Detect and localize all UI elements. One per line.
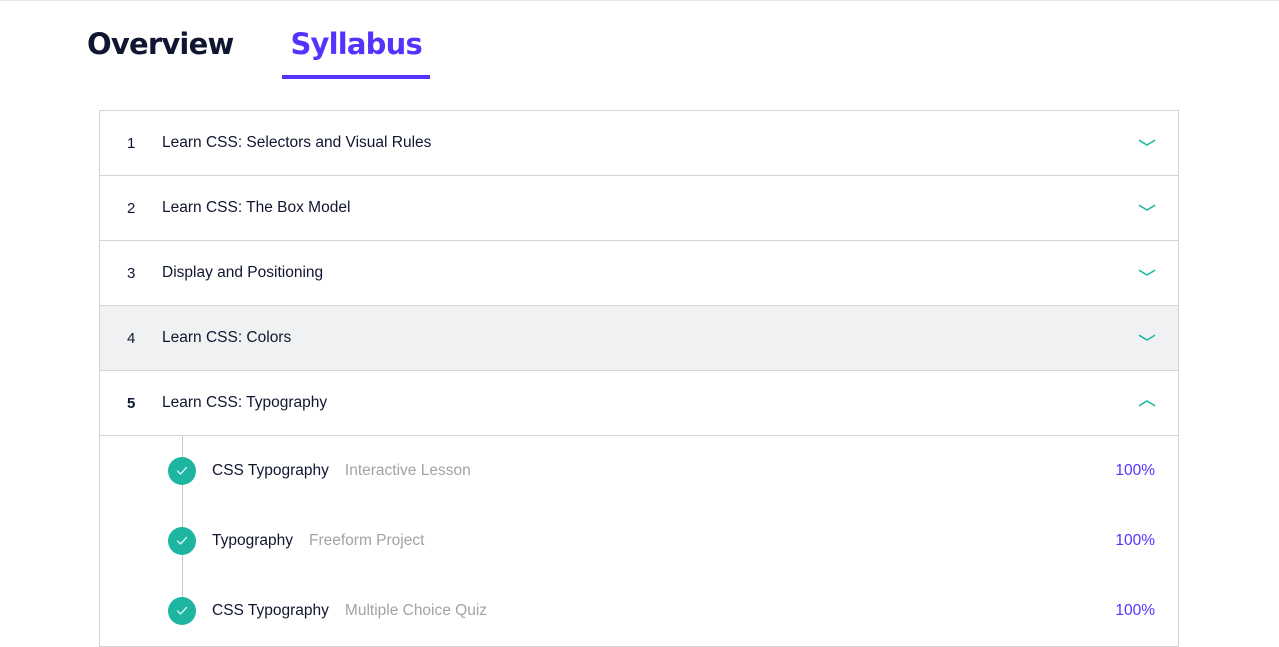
lesson-progress: 100% bbox=[1115, 462, 1155, 479]
lesson-item[interactable]: Typography Freeform Project 100% bbox=[100, 526, 1178, 556]
chevron-down-icon[interactable] bbox=[1138, 333, 1156, 343]
module-row-5[interactable]: 5 Learn CSS: Typography bbox=[100, 371, 1178, 436]
module-row-4[interactable]: 4 Learn CSS: Colors bbox=[100, 306, 1178, 371]
tab-bar: Overview Syllabus bbox=[87, 22, 430, 79]
tab-overview[interactable]: Overview bbox=[87, 22, 234, 75]
module-title: Learn CSS: The Box Model bbox=[162, 199, 351, 216]
module-title: Learn CSS: Selectors and Visual Rules bbox=[162, 134, 432, 151]
lesson-name: CSS Typography bbox=[212, 602, 329, 619]
module-title: Learn CSS: Typography bbox=[162, 394, 328, 411]
lesson-item[interactable]: CSS Typography Multiple Choice Quiz 100% bbox=[100, 596, 1178, 626]
tab-syllabus[interactable]: Syllabus bbox=[282, 22, 430, 79]
lesson-type: Multiple Choice Quiz bbox=[344, 602, 488, 619]
module-number: 2 bbox=[127, 199, 136, 217]
lesson-type: Interactive Lesson bbox=[344, 462, 471, 479]
module-title: Learn CSS: Colors bbox=[162, 329, 292, 346]
chevron-down-icon[interactable] bbox=[1138, 268, 1156, 278]
chevron-up-icon[interactable] bbox=[1138, 398, 1156, 408]
check-circle-icon bbox=[168, 527, 196, 555]
lesson-progress: 100% bbox=[1115, 532, 1155, 549]
module-row-3[interactable]: 3 Display and Positioning bbox=[100, 241, 1178, 306]
chevron-down-icon[interactable] bbox=[1138, 138, 1156, 148]
lesson-list: CSS Typography Interactive Lesson 100% Ty… bbox=[100, 436, 1178, 647]
top-divider bbox=[0, 0, 1279, 1]
lesson-name: Typography bbox=[212, 532, 293, 549]
module-number: 1 bbox=[127, 134, 136, 152]
module-number: 5 bbox=[127, 394, 136, 412]
lesson-name: CSS Typography bbox=[212, 462, 329, 479]
module-row-1[interactable]: 1 Learn CSS: Selectors and Visual Rules bbox=[100, 111, 1178, 176]
module-number: 3 bbox=[127, 264, 136, 282]
lesson-item[interactable]: CSS Typography Interactive Lesson 100% bbox=[100, 456, 1178, 486]
module-row-2[interactable]: 2 Learn CSS: The Box Model bbox=[100, 176, 1178, 241]
check-circle-icon bbox=[168, 597, 196, 625]
module-number: 4 bbox=[127, 329, 136, 347]
chevron-down-icon[interactable] bbox=[1138, 203, 1156, 213]
module-title: Display and Positioning bbox=[162, 264, 324, 281]
lesson-progress: 100% bbox=[1115, 602, 1155, 619]
syllabus-accordion: 1 Learn CSS: Selectors and Visual Rules … bbox=[99, 110, 1179, 647]
lesson-type: Freeform Project bbox=[309, 532, 425, 549]
check-circle-icon bbox=[168, 457, 196, 485]
